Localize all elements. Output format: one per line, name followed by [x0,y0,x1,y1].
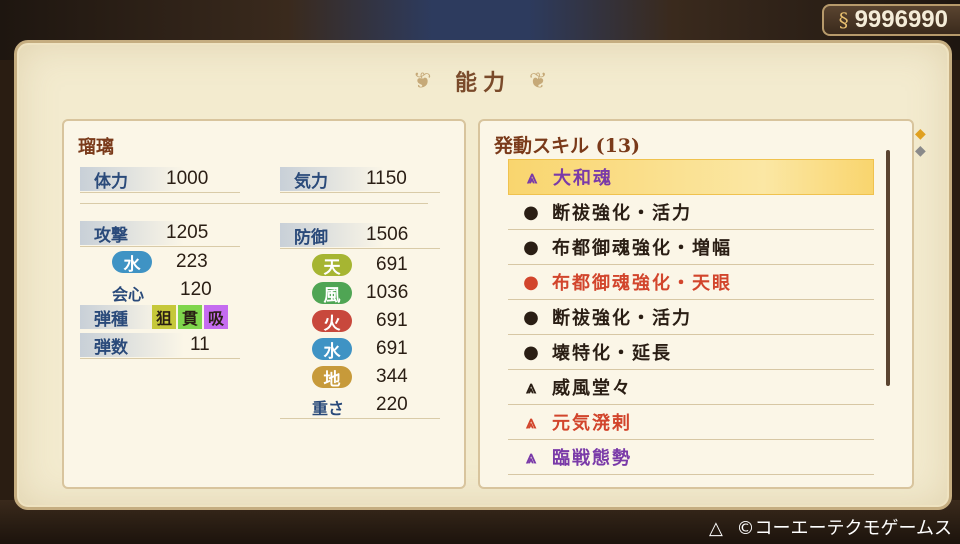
element-value: 223 [176,251,208,272]
skill-name: 大和魂 [553,168,613,189]
resist-badge-earth: 地 [312,366,352,390]
resist-value-fire: 691 [376,310,408,331]
status-panel: ❦ 能力 ❦ 瑠璃 体力 1000 気力 1150 攻撃 1205 水 223 … [14,40,952,510]
skill-name: 壊特化・延長 [552,343,672,364]
divider [280,192,440,193]
divider [280,418,440,419]
ammo-count-label: 弾数 [80,333,184,358]
skill-item[interactable]: ● 断祓強化・活力 [508,300,874,335]
skill-item[interactable]: ⩓ 元気溌剌 [508,405,874,440]
resist-value-water: 691 [376,338,408,359]
resist-badge-fire: 火 [312,310,352,334]
skill-item[interactable]: ⩓ 大和魂 [508,159,874,195]
element-badge: 水 [112,251,152,275]
currency-display: § 9996990 [822,4,960,36]
skill-name: 臨戦態勢 [552,448,632,469]
skill-list: ⩓ 大和魂 ● 断祓強化・活力 ● 布都御魂強化・増幅 ● 布都御魂強化・天眼 … [508,159,874,475]
skill-scrollbar[interactable] [886,150,890,386]
resist-badge-heaven: 天 [312,254,352,278]
skill-name: 元気溌剌 [552,413,632,434]
circle-swirl-icon: ● [523,341,541,363]
page-up-diamond-icon[interactable]: ◆ [915,126,926,142]
coin-icon: § [838,8,849,32]
crit-value: 120 [180,279,212,300]
skill-item[interactable]: ● 壊特化・延長 [508,335,874,370]
resist-value-wind: 1036 [366,282,409,303]
skill-item[interactable]: ● 布都御魂強化・天眼 [508,265,874,300]
circle-swirl-icon: ● [523,201,541,223]
section-divider [80,203,428,204]
character-name: 瑠璃 [78,137,114,158]
triangle-button-icon: △ [708,518,723,539]
circle-swirl-icon: ● [523,236,541,258]
chevron-up-icon: ⩓ [525,446,539,468]
circle-swirl-icon: ● [523,271,541,293]
stamina-value: 1150 [366,168,407,189]
defense-value: 1506 [366,224,409,245]
skill-item[interactable]: ⩓ 威風堂々 [508,370,874,405]
skill-name: 断祓強化・活力 [552,203,692,224]
page-down-diamond-icon[interactable]: ◆ [915,143,926,159]
ammo-count-value: 11 [190,334,210,355]
skill-item[interactable]: ● 布都御魂強化・増幅 [508,230,874,265]
circle-swirl-icon: ● [523,306,541,328]
footer: △ ©コーエーテクモゲームス [709,514,952,540]
resist-badge-water: 水 [312,338,352,362]
ammo-type-absorb: 吸 [204,305,228,329]
wing-ornament-icon: ❦ [529,69,548,94]
skill-name: 布都御魂強化・増幅 [552,238,732,259]
chevron-up-icon: ⩓ [525,411,539,433]
weight-label: 重さ [312,399,345,418]
resist-value-earth: 344 [376,366,408,387]
crit-label: 会心 [112,285,145,304]
chevron-up-icon: ⩓ [525,376,539,398]
skill-name: 断祓強化・活力 [552,308,692,329]
page-title: 能力 [454,70,511,96]
weight-value: 220 [376,394,408,415]
resist-badge-wind: 風 [312,282,352,306]
skill-name: 布都御魂強化・天眼 [552,273,732,294]
skills-box: 発動スキル (13) ⩓ 大和魂 ● 断祓強化・活力 ● 布都御魂強化・増幅 ●… [478,119,914,489]
chevron-up-icon: ⩓ [526,166,540,188]
hp-value: 1000 [166,168,209,189]
ammo-type-pierce: 貫 [178,305,202,329]
stats-box: 瑠璃 体力 1000 気力 1150 攻撃 1205 水 223 会心 120 … [62,119,466,489]
skill-name: 威風堂々 [552,378,632,399]
divider [80,192,240,193]
currency-amount: 9996990 [854,6,948,33]
skill-item[interactable]: ● 断祓強化・活力 [508,195,874,230]
resist-value-heaven: 691 [376,254,408,275]
title-area: ❦ 能力 ❦ [17,43,949,117]
attack-value: 1205 [166,222,209,243]
skill-item[interactable]: ⩓ 臨戦態勢 [508,440,874,475]
skills-heading: 発動スキル (13) [494,135,641,157]
ammo-type-snipe: 狙 [152,305,176,329]
divider [280,248,440,249]
divider [80,358,240,359]
divider [80,246,240,247]
copyright-text: ©コーエーテクモゲームス [736,518,952,539]
